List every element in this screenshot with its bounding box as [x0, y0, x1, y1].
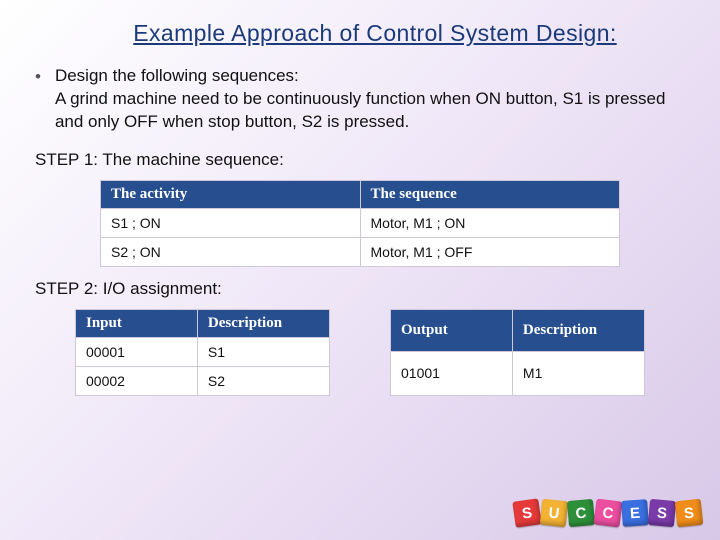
bullet-text: Design the following sequences: A grind …	[55, 65, 685, 134]
cell-sequence: Motor, M1 ; OFF	[360, 237, 620, 266]
header-input: Input	[76, 309, 198, 337]
header-sequence: The sequence	[360, 180, 620, 208]
table-row: 01001 M1	[391, 352, 645, 396]
header-activity: The activity	[101, 180, 361, 208]
letter-block: C	[594, 499, 623, 528]
table-row: 00001 S1	[76, 337, 330, 366]
io-tables-row: Input Description 00001 S1 00002 S2 Outp…	[75, 309, 685, 396]
sequence-table: The activity The sequence S1 ; ON Motor,…	[100, 180, 620, 267]
table-header-row: Input Description	[76, 309, 330, 337]
step1-label: STEP 1: The machine sequence:	[35, 150, 685, 170]
output-table: Output Description 01001 M1	[390, 309, 645, 396]
letter-block: S	[648, 499, 676, 527]
table-row: S1 ; ON Motor, M1 ; ON	[101, 208, 620, 237]
cell-output: 01001	[391, 352, 513, 396]
table-header-row: The activity The sequence	[101, 180, 620, 208]
cell-input: 00002	[76, 366, 198, 395]
cell-description: M1	[512, 352, 644, 396]
cell-input: 00001	[76, 337, 198, 366]
bullet-marker: •	[35, 67, 41, 134]
letter-block: E	[621, 499, 649, 527]
step2-label: STEP 2: I/O assignment:	[35, 279, 685, 299]
bullet-rest: A grind machine need to be continuously …	[55, 89, 666, 131]
cell-description: S2	[197, 366, 329, 395]
cell-sequence: Motor, M1 ; ON	[360, 208, 620, 237]
table-row: 00002 S2	[76, 366, 330, 395]
page-title: Example Approach of Control System Desig…	[65, 20, 685, 47]
cell-activity: S2 ; ON	[101, 237, 361, 266]
header-description: Description	[512, 309, 644, 351]
header-output: Output	[391, 309, 513, 351]
table-header-row: Output Description	[391, 309, 645, 351]
letter-block: S	[512, 498, 541, 527]
header-description: Description	[197, 309, 329, 337]
cell-activity: S1 ; ON	[101, 208, 361, 237]
slide: Example Approach of Control System Desig…	[0, 0, 720, 396]
letter-block: U	[540, 499, 569, 528]
letter-block: S	[675, 499, 704, 528]
bullet-item: • Design the following sequences: A grin…	[35, 65, 685, 134]
table-row: S2 ; ON Motor, M1 ; OFF	[101, 237, 620, 266]
input-table: Input Description 00001 S1 00002 S2	[75, 309, 330, 396]
cell-description: S1	[197, 337, 329, 366]
bullet-lead: Design the following sequences:	[55, 66, 299, 85]
success-blocks-icon: S U C C E S S	[514, 500, 702, 526]
letter-block: C	[567, 499, 595, 527]
